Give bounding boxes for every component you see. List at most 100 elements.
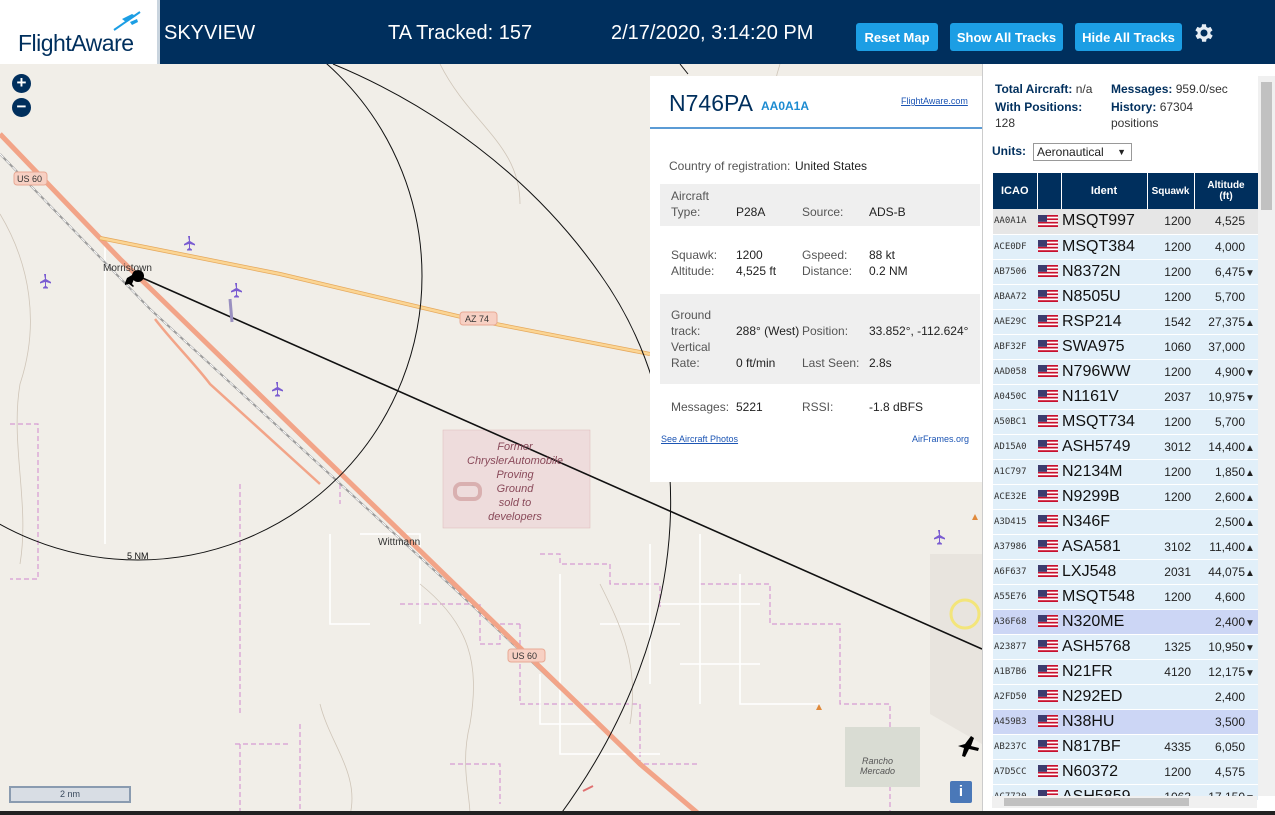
gear-icon[interactable] bbox=[1192, 21, 1216, 45]
table-row[interactable]: A0450C N1161V 2037 10,975▼ bbox=[993, 384, 1258, 410]
us-flag-icon bbox=[1037, 684, 1061, 710]
tracked-count: TA Tracked: 157 bbox=[388, 22, 533, 44]
table-row[interactable]: A2FD50 N292ED 2,400 bbox=[993, 684, 1258, 710]
table-row[interactable]: A55E76 MSQT548 1200 4,600 bbox=[993, 584, 1258, 610]
messages-label: Messages: bbox=[671, 400, 730, 414]
icao-cell: ACE0DF bbox=[993, 234, 1037, 260]
show-all-tracks-button[interactable]: Show All Tracks bbox=[950, 23, 1063, 51]
altitude-label: Altitude: bbox=[671, 264, 715, 278]
hide-all-tracks-button[interactable]: Hide All Tracks bbox=[1075, 23, 1182, 51]
units-select[interactable]: Aeronautical ▼ bbox=[1033, 143, 1132, 161]
table-row[interactable]: ACE0DF MSQT384 1200 4,000 bbox=[993, 234, 1258, 260]
icao-cell: A2FD50 bbox=[993, 684, 1037, 710]
table-row[interactable]: A7D5CC N60372 1200 4,575 bbox=[993, 759, 1258, 785]
altitude-value: 12,175 bbox=[1208, 664, 1245, 679]
ident-cell: N8505U bbox=[1061, 284, 1147, 310]
history-label: History: bbox=[1111, 100, 1157, 114]
aircraft-table-container[interactable]: ICAO Ident Squawk Altitude (ft) AA0A1A MS… bbox=[993, 173, 1258, 800]
airframes-link[interactable]: AirFrames.org bbox=[912, 434, 969, 444]
zoom-in-button[interactable]: + bbox=[12, 74, 31, 93]
table-row[interactable]: A459B3 N38HU 3,500 bbox=[993, 709, 1258, 735]
sidebar-scrollbar[interactable] bbox=[1258, 76, 1275, 796]
table-row[interactable]: A3D415 N346F 2,500▲ bbox=[993, 509, 1258, 535]
table-horizontal-scrollbar[interactable] bbox=[992, 796, 1257, 808]
icao-cell: A37986 bbox=[993, 534, 1037, 560]
aircraft-sidebar: Total Aircraft: n/a Messages: 959.0/sec … bbox=[982, 64, 1275, 815]
table-row[interactable]: A37986 ASA581 3102 11,400▲ bbox=[993, 534, 1258, 560]
table-header-row: ICAO Ident Squawk Altitude (ft) bbox=[993, 173, 1258, 209]
proving-ground-line: developers bbox=[488, 511, 542, 523]
table-row[interactable]: AB7506 N8372N 1200 6,475▼ bbox=[993, 259, 1258, 285]
squawk-value: 1200 bbox=[736, 248, 763, 262]
reset-map-button[interactable]: Reset Map bbox=[856, 23, 938, 51]
ident-cell: N21FR bbox=[1061, 659, 1147, 685]
altitude-cell: 6,475▼ bbox=[1194, 259, 1258, 285]
proving-ground-line: Proving bbox=[496, 469, 534, 481]
table-row[interactable]: ABF32F SWA975 1060 37,000 bbox=[993, 334, 1258, 360]
table-row[interactable]: AAE29C RSP214 1542 27,375▲ bbox=[993, 309, 1258, 335]
icao-cell: A50BC1 bbox=[993, 409, 1037, 435]
popup-hex-code[interactable]: AA0A1A bbox=[761, 99, 809, 113]
altitude-value: 44,075 bbox=[1208, 564, 1245, 579]
map-scale-bar: 2 nm bbox=[9, 786, 131, 803]
aircraft-type-label: Aircraft bbox=[671, 189, 710, 203]
top-header: FlightAware SKYVIEW TA Tracked: 157 2/17… bbox=[0, 0, 1275, 64]
altitude-cell: 4,000 bbox=[1194, 234, 1258, 260]
icao-cell: A55E76 bbox=[993, 584, 1037, 610]
table-row[interactable]: A36F68 N320ME 2,400▼ bbox=[993, 609, 1258, 635]
aircraft-photos-link[interactable]: See Aircraft Photos bbox=[661, 434, 738, 444]
table-row[interactable]: AB237C N817BF 4335 6,050 bbox=[993, 734, 1258, 760]
aircraft-type-label: Type: bbox=[671, 205, 701, 219]
range-ring-label: 5 NM bbox=[127, 551, 149, 561]
table-row[interactable]: A1C797 N2134M 1200 1,850▲ bbox=[993, 459, 1258, 485]
col-header-ident[interactable]: Ident bbox=[1061, 173, 1148, 209]
lastseen-label: Last Seen: bbox=[802, 356, 860, 370]
gspeed-value: 88 kt bbox=[869, 248, 896, 262]
table-row[interactable]: AA0A1A MSQT997 1200 4,525 bbox=[993, 209, 1258, 235]
table-row[interactable]: A50BC1 MSQT734 1200 5,700 bbox=[993, 409, 1258, 435]
icao-cell: A3D415 bbox=[993, 509, 1037, 535]
with-positions-label-text: With Positions: bbox=[995, 100, 1083, 114]
map-info-button[interactable]: i bbox=[950, 781, 972, 803]
altitude-value: 5,700 bbox=[1214, 289, 1245, 304]
icao-cell: AD15A0 bbox=[993, 434, 1037, 460]
table-row[interactable]: A6F637 LXJ548 2031 44,075▲ bbox=[993, 559, 1258, 585]
altitude-value: 11,400 bbox=[1209, 539, 1245, 554]
ident-cell: ASH5749 bbox=[1061, 434, 1147, 460]
col-header-altitude[interactable]: Altitude (ft) bbox=[1194, 173, 1258, 209]
table-row[interactable]: AAD058 N796WW 1200 4,900▼ bbox=[993, 359, 1258, 385]
table-row[interactable]: ACE32E N9299B 1200 2,600▲ bbox=[993, 484, 1258, 510]
vrate-value: 0 ft/min bbox=[736, 356, 776, 370]
us-flag-icon bbox=[1037, 309, 1061, 335]
scrollbar-thumb[interactable] bbox=[1004, 798, 1189, 806]
table-row[interactable]: AD15A0 ASH5749 3012 14,400▲ bbox=[993, 434, 1258, 460]
distance-value: 0.2 NM bbox=[869, 264, 908, 278]
messages-value: 5221 bbox=[736, 400, 763, 414]
flightaware-logo[interactable]: FlightAware bbox=[0, 0, 160, 64]
scrollbar-thumb[interactable] bbox=[1261, 82, 1272, 210]
zoom-out-button[interactable]: − bbox=[12, 98, 31, 117]
aircraft-info-popup: N746PA AA0A1A FlightAware.com Country of… bbox=[650, 76, 982, 482]
total-aircraft-label: Total Aircraft: bbox=[995, 82, 1073, 96]
table-row[interactable]: ABAA72 N8505U 1200 5,700 bbox=[993, 284, 1258, 310]
flightaware-link[interactable]: FlightAware.com bbox=[901, 96, 968, 106]
col-header-squawk[interactable]: Squawk bbox=[1147, 173, 1195, 209]
altitude-trend-icon: ▲ bbox=[1245, 492, 1255, 504]
altitude-cell: 27,375▲ bbox=[1194, 309, 1258, 335]
col-header-flag[interactable] bbox=[1037, 173, 1062, 209]
col-header-icao[interactable]: ICAO bbox=[993, 173, 1038, 209]
altitude-cell: 10,975▼ bbox=[1194, 384, 1258, 410]
table-body: AA0A1A MSQT997 1200 4,525 ACE0DF MSQT384 1200 4… bbox=[993, 209, 1258, 800]
messages-rate-value: 959.0/sec bbox=[1175, 82, 1228, 96]
with-positions-label: With Positions: bbox=[995, 100, 1082, 114]
ident-cell: N60372 bbox=[1061, 759, 1147, 785]
total-aircraft-stat: Total Aircraft: n/a bbox=[995, 82, 1092, 96]
altitude-cell: 12,175▼ bbox=[1194, 659, 1258, 685]
table-row[interactable]: A23877 ASH5768 1325 10,950▼ bbox=[993, 634, 1258, 660]
table-row[interactable]: A1B7B6 N21FR 4120 12,175▼ bbox=[993, 659, 1258, 685]
altitude-value: 2,400 bbox=[1214, 614, 1245, 629]
altitude-value: 2,400 bbox=[1214, 689, 1245, 704]
proving-ground-label: Former ChryslerAutomobile Proving Ground… bbox=[455, 440, 575, 524]
icao-cell: A0450C bbox=[993, 384, 1037, 410]
squawk-cell: 1542 bbox=[1147, 309, 1194, 335]
